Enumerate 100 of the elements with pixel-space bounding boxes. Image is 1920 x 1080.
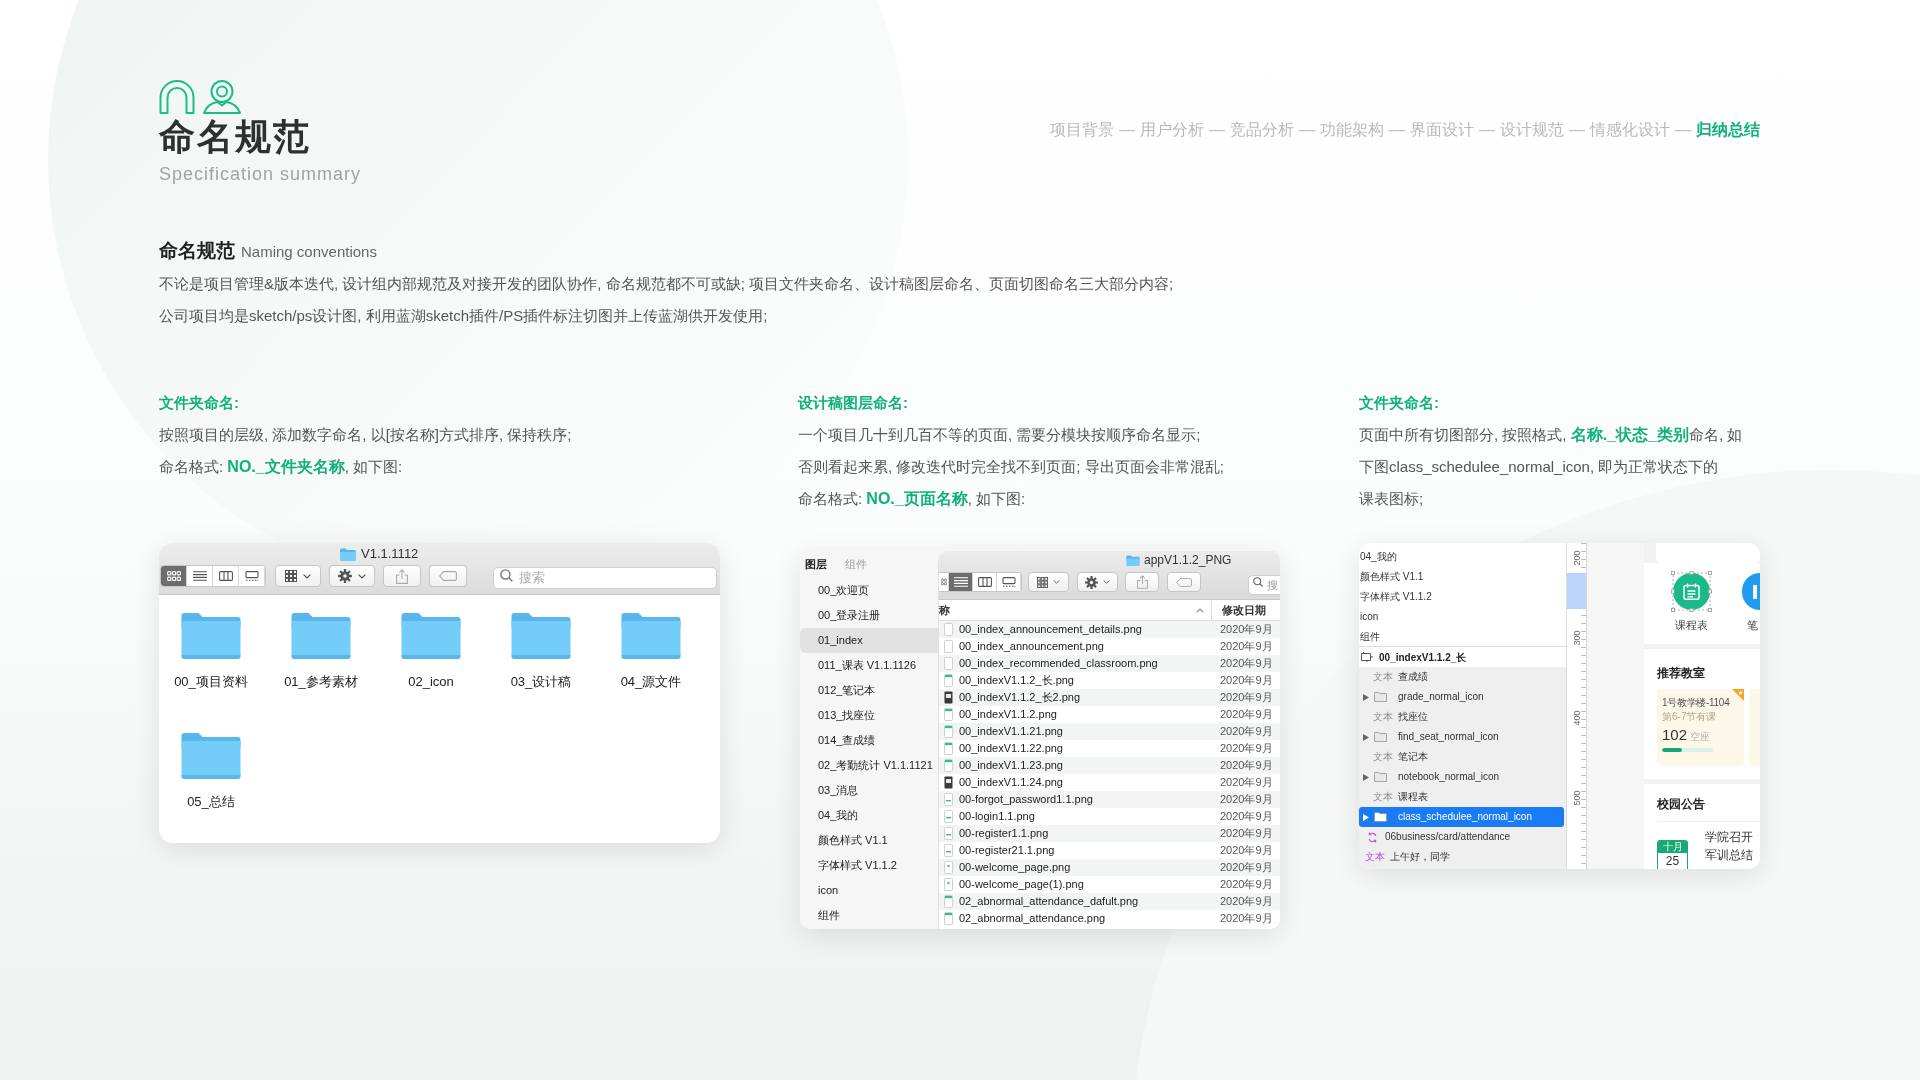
- file-name: 00-register21.1.png: [959, 844, 1055, 857]
- page-list-item[interactable]: 02_考勤统计 V1.1.1121: [800, 753, 938, 778]
- layer-row[interactable]: 06business/card/attendance: [1359, 827, 1566, 847]
- search-field[interactable]: 搜索: [493, 566, 717, 589]
- action-button[interactable]: [329, 565, 375, 587]
- file-row[interactable]: 00_indexV1.1.2_长2.png 2020年9月: [939, 689, 1280, 706]
- expand-arrow-icon[interactable]: [1363, 773, 1369, 781]
- file-thumbnail-icon: [944, 708, 953, 721]
- view-button[interactable]: [949, 573, 973, 591]
- view-mode-control[interactable]: [939, 572, 1022, 592]
- layer-row[interactable]: 文本 课程表: [1359, 787, 1566, 807]
- file-thumbnail-icon: [944, 657, 953, 670]
- file-thumbnail-icon: [944, 759, 953, 772]
- file-thumbnail-icon: [944, 861, 953, 874]
- layer-row[interactable]: find_seat_normal_icon: [1359, 727, 1566, 747]
- view-mode-control[interactable]: [160, 565, 266, 587]
- file-date: 2020年9月: [1220, 878, 1274, 891]
- page-list-item[interactable]: 00_登录注册: [800, 603, 938, 628]
- column-header[interactable]: 修改日期: [1211, 600, 1280, 620]
- file-row[interactable]: 00_index_recommended_classroom.png 2020年9月: [939, 655, 1280, 672]
- file-thumbnail-icon: [944, 742, 953, 755]
- layer-row[interactable]: grade_normal_icon: [1359, 687, 1566, 707]
- action-button[interactable]: [1077, 572, 1118, 592]
- expand-arrow-icon[interactable]: [1363, 693, 1369, 701]
- expand-arrow-icon[interactable]: [1363, 813, 1369, 821]
- file-name: 00_index_announcement.png: [959, 640, 1104, 653]
- layer-row[interactable]: notebook_normal_icon: [1359, 767, 1566, 787]
- file-thumbnail-icon: [944, 691, 953, 704]
- page-list-item[interactable]: icon: [800, 878, 938, 903]
- chevron-down-icon: [1103, 580, 1110, 584]
- file-thumbnail-icon: [944, 640, 953, 653]
- column-view-icon: [218, 571, 233, 581]
- file-thumbnail-icon: [944, 844, 953, 857]
- layer-row[interactable]: 文本 上午好，同学: [1359, 847, 1566, 867]
- arrange-button[interactable]: [1028, 572, 1069, 592]
- file-row[interactable]: 00-register21.1.png 2020年9月: [939, 842, 1280, 859]
- folder-label[interactable]: 03_设计稿: [510, 674, 572, 690]
- view-button[interactable]: [161, 566, 187, 586]
- file-row[interactable]: 00-welcome_page(1).png 2020年9月: [939, 876, 1280, 893]
- ruler-label: 500: [1571, 790, 1582, 806]
- page-list-item[interactable]: 04_我的: [1359, 546, 1566, 566]
- page-list-item[interactable]: 颜色样式 V1.1: [1359, 566, 1566, 586]
- file-name: 00_indexV1.1.2_长2.png: [959, 691, 1081, 704]
- folder-icon: [340, 547, 356, 561]
- artboard-icon: [1361, 652, 1373, 662]
- nav-separator: —: [1209, 120, 1225, 140]
- page-list-item[interactable]: 颜色样式 V1.1: [800, 828, 938, 853]
- page-list-item[interactable]: 014_查成绩: [800, 728, 938, 753]
- page-list-item[interactable]: 01_index: [800, 628, 938, 653]
- file-row[interactable]: 00-register1.1.png 2020年9月: [939, 825, 1280, 842]
- classroom-card[interactable]: 1号教学楼-1104 第6-7节有课 102 空座: [1657, 689, 1744, 766]
- arrange-button[interactable]: [275, 565, 321, 587]
- file-row[interactable]: 00_index_announcement.png 2020年9月: [939, 638, 1280, 655]
- file-row[interactable]: 00-login1.1.png 2020年9月: [939, 808, 1280, 825]
- file-row[interactable]: 00-forgot_password1.1.png 2020年9月: [939, 791, 1280, 808]
- page-list-item[interactable]: 00_欢迎页: [800, 578, 938, 603]
- shortcut-label[interactable]: 课程表: [1675, 618, 1708, 632]
- column-header[interactable]: 称: [939, 601, 950, 619]
- folder-label[interactable]: 04_源文件: [620, 674, 682, 690]
- page-list-item[interactable]: 字体样式 V1.1.2: [800, 853, 938, 878]
- folder-label[interactable]: 00_项目资料: [174, 674, 248, 690]
- layer-row[interactable]: 文本 找座位: [1359, 707, 1566, 727]
- file-date: 2020年9月: [1220, 912, 1274, 925]
- panel-tab[interactable]: 图层: [805, 557, 827, 571]
- file-thumbnail-icon: [944, 623, 953, 636]
- page-list-item[interactable]: 组件: [1359, 626, 1566, 646]
- file-row[interactable]: 02_abnormal_attendance_dafult.png 2020年9月: [939, 893, 1280, 910]
- page-list-item[interactable]: 03_消息: [800, 778, 938, 803]
- file-row[interactable]: 00_indexV1.1.22.png 2020年9月: [939, 740, 1280, 757]
- file-row[interactable]: 00_indexV1.1.24.png 2020年9月: [939, 774, 1280, 791]
- search-icon: [500, 569, 513, 582]
- file-row[interactable]: 02_abnormal_attendance.png 2020年9月: [939, 910, 1280, 927]
- intro-paragraph: 不论是项目管理&版本迭代, 设计组内部规范及对接开发的团队协作, 命名规范都不可或缺; 项目文件夹命名、设计稿图层命名、页面切图命名三大部分内容; 公司项目均是sketch/ps设计图, 利用蓝湖sketch插件/PS插件标注切图并上传蓝湖供开发使用;: [159, 274, 1175, 326]
- folder-label[interactable]: 01_参考素材: [284, 674, 358, 690]
- folder-label[interactable]: 02_icon: [408, 674, 454, 690]
- room-schedule: 第6-7节有课: [1662, 711, 1717, 723]
- file-row[interactable]: 00_indexV1.1.23.png 2020年9月: [939, 757, 1280, 774]
- layer-row[interactable]: class_schedulee_normal_icon: [1359, 807, 1564, 827]
- shortcut-label[interactable]: 笔: [1742, 618, 1758, 632]
- folder-label[interactable]: 05_总结: [187, 794, 235, 810]
- page-list-item[interactable]: 04_我的: [800, 803, 938, 828]
- file-row[interactable]: 00_index_announcement_details.png 2020年9月: [939, 621, 1280, 638]
- search-field[interactable]: 搜: [1248, 575, 1280, 595]
- shortcut-icon[interactable]: [1742, 573, 1760, 610]
- section-heading: 设计稿图层命名:: [798, 393, 908, 413]
- page-list-item[interactable]: 012_笔记本: [800, 678, 938, 703]
- file-row[interactable]: 00_indexV1.1.2.png 2020年9月: [939, 706, 1280, 723]
- file-row[interactable]: 00_indexV1.1.2_长.png 2020年9月: [939, 672, 1280, 689]
- page-list-item[interactable]: 组件: [800, 903, 938, 928]
- page-list-item[interactable]: 字体样式 V1.1.2: [1359, 586, 1566, 606]
- file-row[interactable]: 00-welcome_page.png 2020年9月: [939, 859, 1280, 876]
- page-list-item[interactable]: icon: [1359, 606, 1566, 626]
- seat-count: 102: [1662, 726, 1688, 744]
- expand-arrow-icon[interactable]: [1363, 733, 1369, 741]
- layer-row[interactable]: 文本 笔记本: [1359, 747, 1566, 767]
- folder-icon: [1374, 772, 1387, 782]
- page-list-item[interactable]: 013_找座位: [800, 703, 938, 728]
- layer-row[interactable]: 文本 查成绩: [1359, 667, 1566, 687]
- page-list-item[interactable]: 011_课表 V1.1.1126: [800, 653, 938, 678]
- file-row[interactable]: 00_indexV1.1.21.png 2020年9月: [939, 723, 1280, 740]
